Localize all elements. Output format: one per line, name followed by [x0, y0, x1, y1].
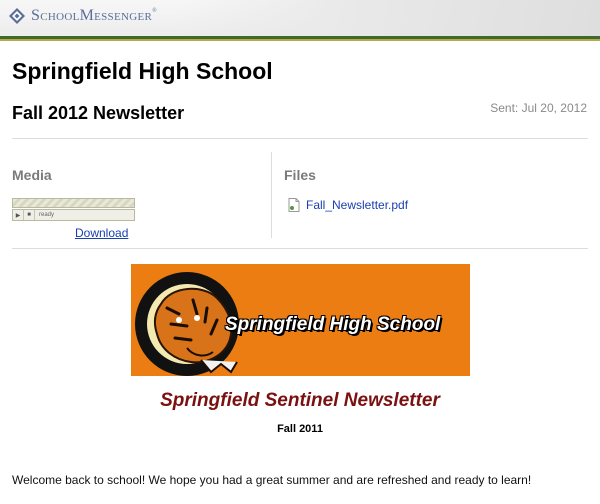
media-heading: Media — [12, 167, 52, 183]
brand: SchoolMessenger® — [8, 7, 157, 25]
column-divider — [271, 152, 272, 238]
download-link[interactable]: Download — [75, 226, 128, 240]
player-progress-bar[interactable] — [12, 198, 135, 208]
file-item[interactable]: Fall_Newsletter.pdf — [288, 198, 408, 212]
stop-icon[interactable]: ■ — [24, 210, 35, 220]
issue-label: Fall 2011 — [277, 423, 323, 435]
divider — [12, 138, 588, 139]
school-name: Springfield High School — [12, 58, 273, 84]
file-link[interactable]: Fall_Newsletter.pdf — [306, 198, 408, 212]
school-banner: Springfield High School — [131, 264, 470, 376]
audio-player[interactable]: ▶ ■ ready — [12, 198, 135, 224]
player-controls: ▶ ■ ready — [12, 209, 135, 221]
diamond-logo-icon — [9, 8, 25, 24]
brand-name: SchoolMessenger® — [31, 7, 157, 24]
player-status: ready — [39, 212, 55, 218]
play-icon[interactable]: ▶ — [13, 210, 24, 220]
welcome-text: Welcome back to school! We hope you had … — [12, 473, 532, 487]
header-band: SchoolMessenger® — [0, 0, 600, 38]
banner-school-name: Springfield High School — [225, 314, 441, 335]
divider — [12, 248, 588, 249]
header-swoosh — [178, 0, 600, 38]
message-title: Fall 2012 Newsletter — [12, 103, 185, 123]
pdf-file-icon — [288, 198, 300, 212]
newsletter-name: Springfield Sentinel Newsletter — [160, 390, 440, 411]
header-stripe-accent — [0, 39, 600, 41]
sent-date: Sent: Jul 20, 2012 — [490, 101, 587, 115]
files-heading: Files — [284, 167, 316, 183]
